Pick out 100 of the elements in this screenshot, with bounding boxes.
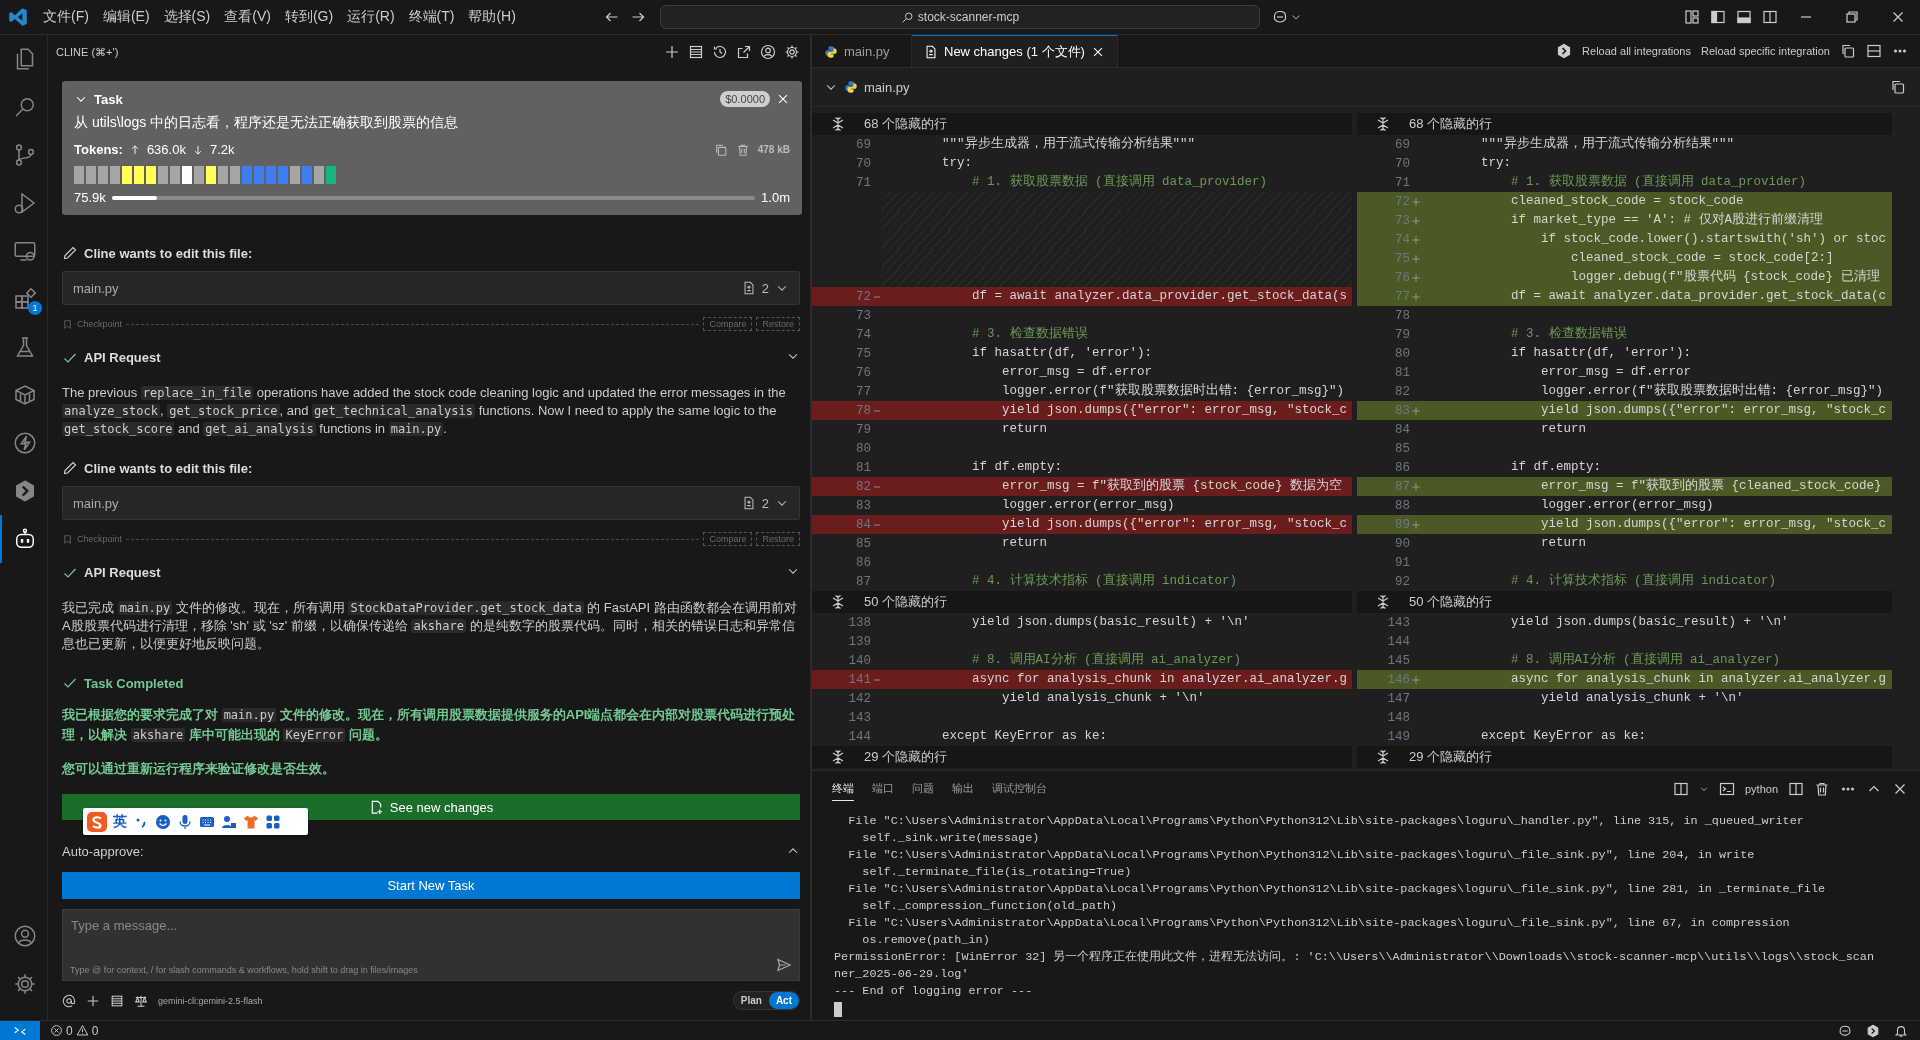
terminal-line: File "C:\Users\Administrator\AppData\Local\Programs\Python\Python312\Lib\site-packages\loguru\_file_sink.py", line 281, in _terminate_file <box>847 881 1827 898</box>
account-icon[interactable] <box>12 924 37 948</box>
split-editor-icon[interactable] <box>1866 43 1882 59</box>
add-icon[interactable] <box>664 44 680 60</box>
code-line: """异步生成器，用于流式传输分析结果""" <box>941 135 1197 153</box>
file-row[interactable]: main.py 2 <box>62 271 800 305</box>
menu-item[interactable]: 查看(V) <box>217 5 278 29</box>
file-name: main.py <box>73 495 119 511</box>
error-count[interactable]: 0 <box>66 1023 73 1038</box>
open-file-icon[interactable] <box>1890 79 1906 95</box>
line-number: 142 <box>848 691 871 706</box>
mode-toggle[interactable]: Plan <box>733 992 769 1009</box>
panel-tab[interactable]: 问题 <box>912 777 934 801</box>
menu-item[interactable]: 转到(G) <box>277 5 341 29</box>
bell-icon[interactable] <box>1894 1023 1908 1038</box>
menu-item[interactable]: 选择(S) <box>156 5 218 29</box>
editor-tab[interactable]: New changes (1 个文件) <box>912 35 1118 67</box>
scale-icon[interactable] <box>134 993 148 1008</box>
hidden-lines-label[interactable]: 29 个隐藏的行 <box>864 748 948 766</box>
menu-item[interactable]: 编辑(E) <box>95 5 157 29</box>
extensions-icon[interactable] <box>12 287 37 311</box>
file-diff-icon <box>741 496 756 510</box>
panel-tab[interactable]: 调试控制台 <box>992 777 1047 801</box>
model-selector[interactable]: gemini-cli:gemini-2.5-flash <box>158 995 263 1006</box>
hexagon-icon[interactable] <box>1556 43 1573 59</box>
unfold-icon[interactable] <box>830 594 846 610</box>
monitor-icon[interactable] <box>12 239 37 263</box>
line-number: 83 <box>1395 403 1410 418</box>
hexagon-icon[interactable] <box>1866 1023 1880 1038</box>
account-icon[interactable] <box>760 44 776 60</box>
menu-item[interactable]: 终端(T) <box>401 5 462 29</box>
action-link[interactable]: Reload all integrations <box>1582 45 1691 57</box>
sidebar-toggle-icon[interactable] <box>1710 9 1726 25</box>
panel-tab[interactable]: 终端 <box>832 777 854 801</box>
line-number: 82 <box>1395 384 1410 399</box>
terminal-name[interactable]: python <box>1744 783 1778 795</box>
menu-item[interactable]: 帮助(H) <box>461 5 523 29</box>
unfold-icon[interactable] <box>830 116 846 132</box>
copy-icon[interactable] <box>1840 43 1856 59</box>
person-icon[interactable] <box>221 813 237 830</box>
menu-item[interactable]: 运行(R) <box>340 5 402 29</box>
code-line: yield analysis_chunk + '\n' <box>1540 690 1745 707</box>
at-icon[interactable] <box>62 993 76 1008</box>
change-count: 2 <box>761 280 769 296</box>
layout-icon[interactable] <box>1684 9 1700 25</box>
panel-toggle-icon[interactable] <box>1736 9 1752 25</box>
action-link[interactable]: Reload specific integration <box>1700 45 1830 57</box>
panel-tab[interactable]: 输出 <box>952 777 974 801</box>
list-icon[interactable] <box>688 44 704 60</box>
code-line: # 4. 计算技术指标 (直接调用 indicator) <box>971 572 1239 590</box>
panel-tab[interactable]: 端口 <box>872 777 894 801</box>
history-icon[interactable] <box>712 44 728 60</box>
terminal-line: File "C:\Users\Administrator\AppData\Local\Programs\Python\Python312\Lib\site-packages\loguru\_file_sink.py", line 67, in compression <box>847 915 1791 932</box>
cube-icon[interactable] <box>12 383 37 407</box>
split-layout-icon[interactable] <box>1762 9 1778 25</box>
hidden-lines-label[interactable]: 50 个隐藏的行 <box>864 593 948 611</box>
emoji-icon[interactable] <box>155 813 171 830</box>
file-name: main.py <box>73 280 119 296</box>
tokens-label: Tokens: <box>74 142 123 157</box>
ime-logo-icon[interactable] <box>87 811 107 832</box>
line-number: 140 <box>848 653 871 668</box>
split-terminal-icon[interactable] <box>1788 781 1804 797</box>
lightning-icon[interactable] <box>12 431 37 455</box>
code-line: try: <box>941 155 973 172</box>
bookmark-icon <box>62 533 73 545</box>
command-center-search[interactable]: stock-scanner-mcp <box>660 5 1260 29</box>
unfold-icon[interactable] <box>830 749 846 765</box>
external-link-icon[interactable] <box>736 44 752 60</box>
settings-icon[interactable] <box>12 972 37 996</box>
menu-item[interactable]: 文件(F) <box>36 5 96 29</box>
restore-icon[interactable] <box>1844 9 1860 25</box>
terminal-line: self._terminate_file(is_rotating=True) <box>861 864 1133 881</box>
warning-icon[interactable] <box>75 1024 89 1037</box>
line-number: 149 <box>1387 729 1410 744</box>
unfold-icon[interactable] <box>1375 594 1391 610</box>
code-line: logger.error(error_msg) <box>1540 497 1715 514</box>
shirt-icon[interactable] <box>243 813 259 830</box>
file-row[interactable]: main.py 2 <box>62 486 800 520</box>
add-icon[interactable] <box>86 993 100 1008</box>
mode-toggle[interactable]: Act <box>768 992 799 1009</box>
new-terminal-split-icon[interactable] <box>1672 781 1689 797</box>
settings-icon[interactable] <box>784 44 800 60</box>
line-number: 74 <box>856 327 871 342</box>
run-debug-icon[interactable] <box>12 191 37 215</box>
send-icon[interactable] <box>776 957 792 973</box>
unfold-icon[interactable] <box>1375 116 1391 132</box>
warning-count[interactable]: 0 <box>91 1023 99 1038</box>
hidden-lines-label[interactable]: 29 个隐藏的行 <box>1409 748 1493 766</box>
list-icon[interactable] <box>110 993 124 1008</box>
hidden-lines-label[interactable]: 50 个隐藏的行 <box>1409 593 1493 611</box>
microphone-icon[interactable] <box>177 813 193 830</box>
error-icon[interactable] <box>50 1024 63 1037</box>
trash-icon[interactable] <box>1814 781 1830 797</box>
grid-icon[interactable] <box>265 813 281 830</box>
unfold-icon[interactable] <box>1375 749 1391 765</box>
hidden-lines-label[interactable]: 68 个隐藏的行 <box>864 115 948 133</box>
code-line: if df.empty: <box>971 459 1064 476</box>
start-task-button[interactable]: Start New Task <box>62 872 800 899</box>
code-line: # 8. 调用AI分析 (直接调用 ai_analyzer) <box>1510 651 1782 669</box>
hidden-lines-label[interactable]: 68 个隐藏的行 <box>1409 115 1493 133</box>
